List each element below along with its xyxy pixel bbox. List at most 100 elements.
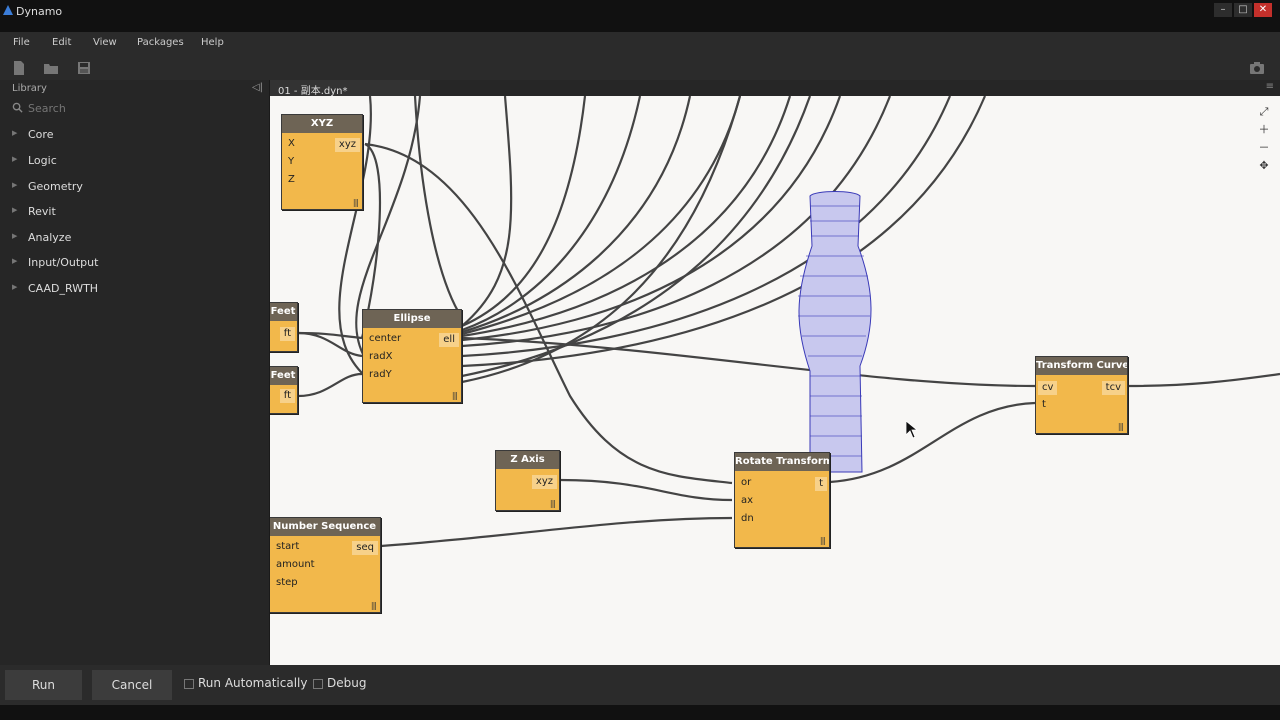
expand-arrow-icon: ▶ <box>12 206 18 214</box>
output-port-seq[interactable]: seq <box>352 541 378 555</box>
tab-menu-icon[interactable]: ≡ <box>1266 81 1274 92</box>
expand-arrow-icon: ▶ <box>12 155 18 163</box>
camera-icon[interactable] <box>1249 60 1265 76</box>
node-transform-curve[interactable]: Transform Curve cv t tcv ||| <box>1035 356 1128 434</box>
run-automatically-label[interactable]: Run Automatically <box>198 676 308 690</box>
lacing-indicator[interactable]: ||| <box>550 499 556 508</box>
run-button[interactable]: Run <box>5 670 82 700</box>
run-automatically-checkbox[interactable] <box>184 679 194 689</box>
menu-view[interactable]: View <box>93 37 117 48</box>
input-port-amount[interactable]: amount <box>276 559 315 570</box>
input-port-t[interactable]: t <box>1042 399 1046 410</box>
input-port-start[interactable]: start <box>276 541 299 552</box>
node-rotate-transform[interactable]: Rotate Transform or ax dn t ||| <box>734 452 830 548</box>
input-port-y[interactable]: Y <box>288 156 294 167</box>
input-port-center[interactable]: center <box>369 333 401 344</box>
title-bar: Dynamo – □ ✕ <box>0 0 1280 32</box>
fit-view-icon[interactable]: ⤢ <box>1258 106 1270 118</box>
output-port-tcv[interactable]: tcv <box>1101 381 1125 395</box>
debug-checkbox[interactable] <box>313 679 323 689</box>
node-number-sequence[interactable]: Number Sequence start amount step seq ||… <box>270 517 381 613</box>
pan-icon[interactable]: ✥ <box>1258 160 1270 172</box>
lacing-indicator[interactable]: ||| <box>371 601 377 610</box>
menu-file[interactable]: File <box>13 37 30 48</box>
expand-arrow-icon: ▶ <box>12 257 18 265</box>
zoom-controls: ⤢ ＋ － ✥ <box>1258 106 1272 178</box>
collapse-library-icon[interactable]: ◁| <box>252 82 263 93</box>
node-feet[interactable]: Feet ft <box>270 366 298 414</box>
zoom-out-icon[interactable]: － <box>1258 142 1270 154</box>
lacing-indicator[interactable]: ||| <box>820 536 826 545</box>
output-port-xyz[interactable]: xyz <box>531 475 557 489</box>
node-title: Z Axis <box>496 451 559 469</box>
preview-geometry <box>798 191 872 473</box>
cancel-button[interactable]: Cancel <box>92 670 172 700</box>
node-xyz[interactable]: XYZ X Y Z xyz ||| <box>281 114 363 210</box>
lacing-indicator[interactable]: ||| <box>1118 422 1124 431</box>
menu-bar: File Edit View Packages Help <box>0 32 1280 56</box>
library-item-logic[interactable]: ▶ Logic <box>12 152 262 170</box>
output-port-ell[interactable]: ell <box>439 333 459 347</box>
new-file-icon[interactable] <box>11 60 27 76</box>
library-item-caad-rwth[interactable]: ▶ CAAD_RWTH <box>12 280 262 298</box>
node-title: Rotate Transform <box>735 453 829 471</box>
library-item-revit[interactable]: ▶ Revit <box>12 203 262 221</box>
input-port-rady[interactable]: radY <box>369 369 392 380</box>
tab-workspace[interactable]: 01 - 副本.dyn* <box>270 80 430 97</box>
library-search <box>12 100 262 116</box>
library-item-analyze[interactable]: ▶ Analyze <box>12 229 262 247</box>
toolbar <box>0 56 1280 80</box>
tab-bar: 01 - 副本.dyn* ≡ <box>270 80 1280 97</box>
open-file-icon[interactable] <box>43 60 59 76</box>
node-title: Feet <box>270 367 297 385</box>
node-title: Number Sequence <box>270 518 380 536</box>
input-port-cv[interactable]: cv <box>1038 381 1058 395</box>
library-item-core[interactable]: ▶ Core <box>12 126 262 144</box>
window-title: Dynamo <box>16 5 63 18</box>
search-icon <box>12 102 23 113</box>
input-port-ax[interactable]: ax <box>741 495 753 506</box>
node-title: XYZ <box>282 115 362 133</box>
output-port-ft[interactable]: ft <box>279 327 295 341</box>
workspace-canvas[interactable]: XYZ X Y Z xyz ||| Feet ft Feet ft Ellips… <box>270 96 1280 665</box>
output-port-xyz[interactable]: xyz <box>334 138 360 152</box>
dynamo-logo-icon <box>3 5 13 15</box>
library-panel: Library ◁| ▶Core ▶Logic ▶Geometry ▶Revit… <box>0 80 270 665</box>
status-strip <box>0 705 1280 720</box>
expand-arrow-icon: ▶ <box>12 283 18 291</box>
save-file-icon[interactable] <box>76 60 92 76</box>
maximize-button[interactable]: □ <box>1234 3 1252 17</box>
library-item-geometry[interactable]: ▶ Geometry <box>12 178 262 196</box>
search-input[interactable] <box>28 100 258 116</box>
input-port-radx[interactable]: radX <box>369 351 392 362</box>
run-bar: Run Cancel Run Automatically Debug <box>0 665 1280 705</box>
input-port-dn[interactable]: dn <box>741 513 754 524</box>
node-feet[interactable]: Feet ft <box>270 302 298 352</box>
minimize-button[interactable]: – <box>1214 3 1232 17</box>
node-title: Ellipse <box>363 310 461 328</box>
close-button[interactable]: ✕ <box>1254 3 1272 17</box>
expand-arrow-icon: ▶ <box>12 232 18 240</box>
node-z-axis[interactable]: Z Axis xyz ||| <box>495 450 560 511</box>
input-port-x[interactable]: X <box>288 138 295 149</box>
menu-edit[interactable]: Edit <box>52 37 71 48</box>
expand-arrow-icon: ▶ <box>12 181 18 189</box>
zoom-in-icon[interactable]: ＋ <box>1258 124 1270 136</box>
input-port-step[interactable]: step <box>276 577 298 588</box>
node-title: Transform Curve <box>1036 357 1127 375</box>
output-port-ft[interactable]: ft <box>279 389 295 403</box>
expand-arrow-icon: ▶ <box>12 129 18 137</box>
node-ellipse[interactable]: Ellipse center radX radY ell ||| <box>362 309 462 403</box>
library-header: Library <box>12 83 47 94</box>
output-port-t[interactable]: t <box>815 477 827 491</box>
lacing-indicator[interactable]: ||| <box>353 198 359 207</box>
input-port-z[interactable]: Z <box>288 174 295 185</box>
menu-help[interactable]: Help <box>201 37 224 48</box>
input-port-or[interactable]: or <box>741 477 751 488</box>
library-item-input-output[interactable]: ▶ Input/Output <box>12 254 262 272</box>
mouse-cursor-icon <box>906 421 918 439</box>
debug-label[interactable]: Debug <box>327 676 366 690</box>
node-title: Feet <box>270 303 297 321</box>
menu-packages[interactable]: Packages <box>137 37 184 48</box>
lacing-indicator[interactable]: ||| <box>452 391 458 400</box>
